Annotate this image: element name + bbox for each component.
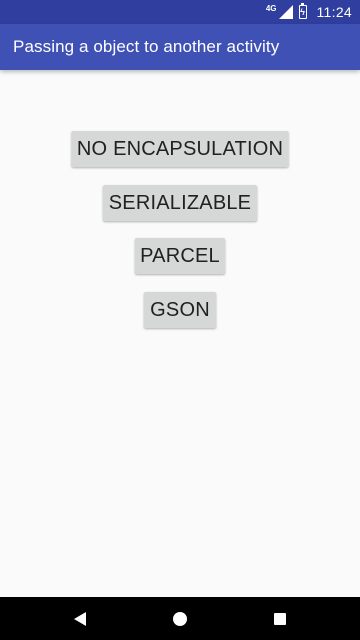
recents-icon xyxy=(274,612,286,625)
recents-button[interactable] xyxy=(230,597,330,640)
app-bar: Passing a object to another activity xyxy=(0,24,360,70)
no-encapsulation-button[interactable]: NO ENCAPSULATION xyxy=(71,131,289,167)
parcel-button[interactable]: PARCEL xyxy=(135,238,225,274)
serializable-button[interactable]: SERIALIZABLE xyxy=(103,185,257,221)
main-content: NO ENCAPSULATION SERIALIZABLE PARCEL GSO… xyxy=(0,70,360,597)
back-icon xyxy=(74,611,86,626)
app-title: Passing a object to another activity xyxy=(13,37,280,56)
home-icon xyxy=(173,611,187,626)
network-type-label: 4G xyxy=(265,3,277,13)
home-button[interactable] xyxy=(130,597,230,640)
gson-button[interactable]: GSON xyxy=(144,292,216,328)
battery-charging-icon: ϟ xyxy=(298,3,307,19)
screen: 4G ϟ 11:24 Passing a object to another a… xyxy=(0,0,360,640)
signal-icon xyxy=(278,5,293,19)
status-bar: 4G ϟ 11:24 xyxy=(0,0,360,24)
navigation-bar xyxy=(0,597,360,640)
back-button[interactable] xyxy=(30,597,130,640)
status-time: 11:24 xyxy=(316,4,352,20)
